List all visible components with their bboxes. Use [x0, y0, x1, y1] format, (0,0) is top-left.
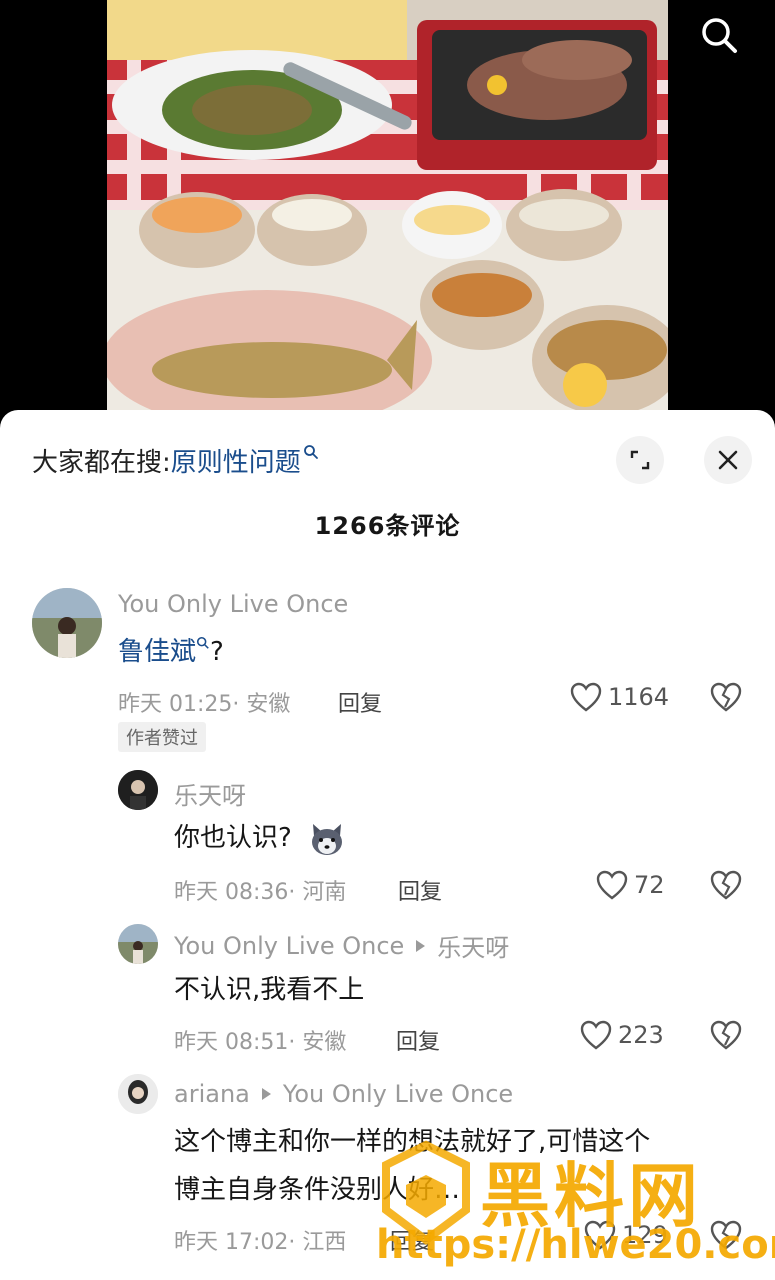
- like-count: 72: [634, 871, 665, 899]
- hot-search-bar[interactable]: 大家都在搜: 原则性问题: [32, 442, 319, 479]
- reply-to-username[interactable]: 乐天呀: [437, 928, 509, 963]
- broken-heart-icon: [710, 1020, 742, 1050]
- comment-sheet-header: 大家都在搜: 原则性问题 1266条评论: [0, 410, 775, 540]
- reply-to-username[interactable]: You Only Live Once: [283, 1080, 513, 1108]
- like-button[interactable]: 72: [596, 870, 665, 900]
- heart-icon: [596, 870, 628, 900]
- like-button[interactable]: 1164: [570, 682, 669, 712]
- avatar[interactable]: [32, 588, 102, 658]
- dislike-button[interactable]: [710, 870, 742, 904]
- like-count: 223: [618, 1021, 664, 1049]
- comment-count: 1266条评论: [314, 512, 461, 540]
- comment-username[interactable]: You Only Live Once: [118, 590, 348, 618]
- post-photo[interactable]: [107, 0, 668, 420]
- close-icon: [718, 450, 738, 470]
- comment-username[interactable]: You Only Live Once 乐天呀: [174, 928, 509, 963]
- expand-button[interactable]: [616, 436, 664, 484]
- comment-text: 鲁佳斌?: [118, 636, 224, 667]
- hot-search-term[interactable]: 原则性问题: [171, 442, 301, 479]
- search-icon: [303, 445, 318, 459]
- expand-icon: [630, 450, 650, 470]
- like-count: 1164: [608, 683, 670, 711]
- reply-arrow-icon: [416, 939, 426, 952]
- comment-meta: 昨天 08:51· 安徽: [174, 1030, 347, 1055]
- reply-button[interactable]: 回复: [396, 1024, 440, 1056]
- avatar[interactable]: [118, 924, 158, 964]
- husky-emoji-icon: [312, 823, 343, 855]
- reply-button[interactable]: 回复: [398, 874, 442, 906]
- comment-text: 不认识,我看不上: [174, 975, 365, 1005]
- heart-icon: [570, 682, 602, 712]
- heart-icon: [580, 1020, 612, 1050]
- like-button[interactable]: 223: [580, 1020, 664, 1050]
- avatar[interactable]: [118, 770, 158, 810]
- broken-heart-icon: [710, 870, 742, 900]
- comment-meta: 昨天 01:25· 安徽: [118, 692, 291, 717]
- comment-text: 你也认识?: [174, 814, 346, 862]
- dislike-button[interactable]: [710, 1020, 742, 1054]
- close-button[interactable]: [704, 436, 752, 484]
- reply-button[interactable]: 回复: [338, 686, 382, 718]
- comment-keyword-link[interactable]: 鲁佳斌: [118, 637, 196, 667]
- author-liked-tag: 作者赞过: [118, 722, 206, 752]
- comment-username[interactable]: ariana You Only Live Once: [174, 1080, 513, 1108]
- reply-arrow-icon: [261, 1088, 271, 1100]
- search-button[interactable]: [696, 12, 742, 58]
- food-photo-illustration: [107, 0, 668, 420]
- watermark-url: https://hlwe20.com: [376, 1222, 775, 1268]
- search-icon: [196, 636, 209, 649]
- hot-search-prefix: 大家都在搜:: [32, 448, 171, 478]
- dislike-button[interactable]: [710, 682, 742, 716]
- comment-username[interactable]: 乐天呀: [174, 776, 246, 811]
- comment-meta: 昨天 08:36· 河南: [174, 880, 347, 905]
- search-icon: [702, 18, 737, 53]
- comment-meta: 昨天 17:02· 江西: [174, 1230, 347, 1255]
- avatar[interactable]: [118, 1074, 158, 1114]
- broken-heart-icon: [710, 682, 742, 712]
